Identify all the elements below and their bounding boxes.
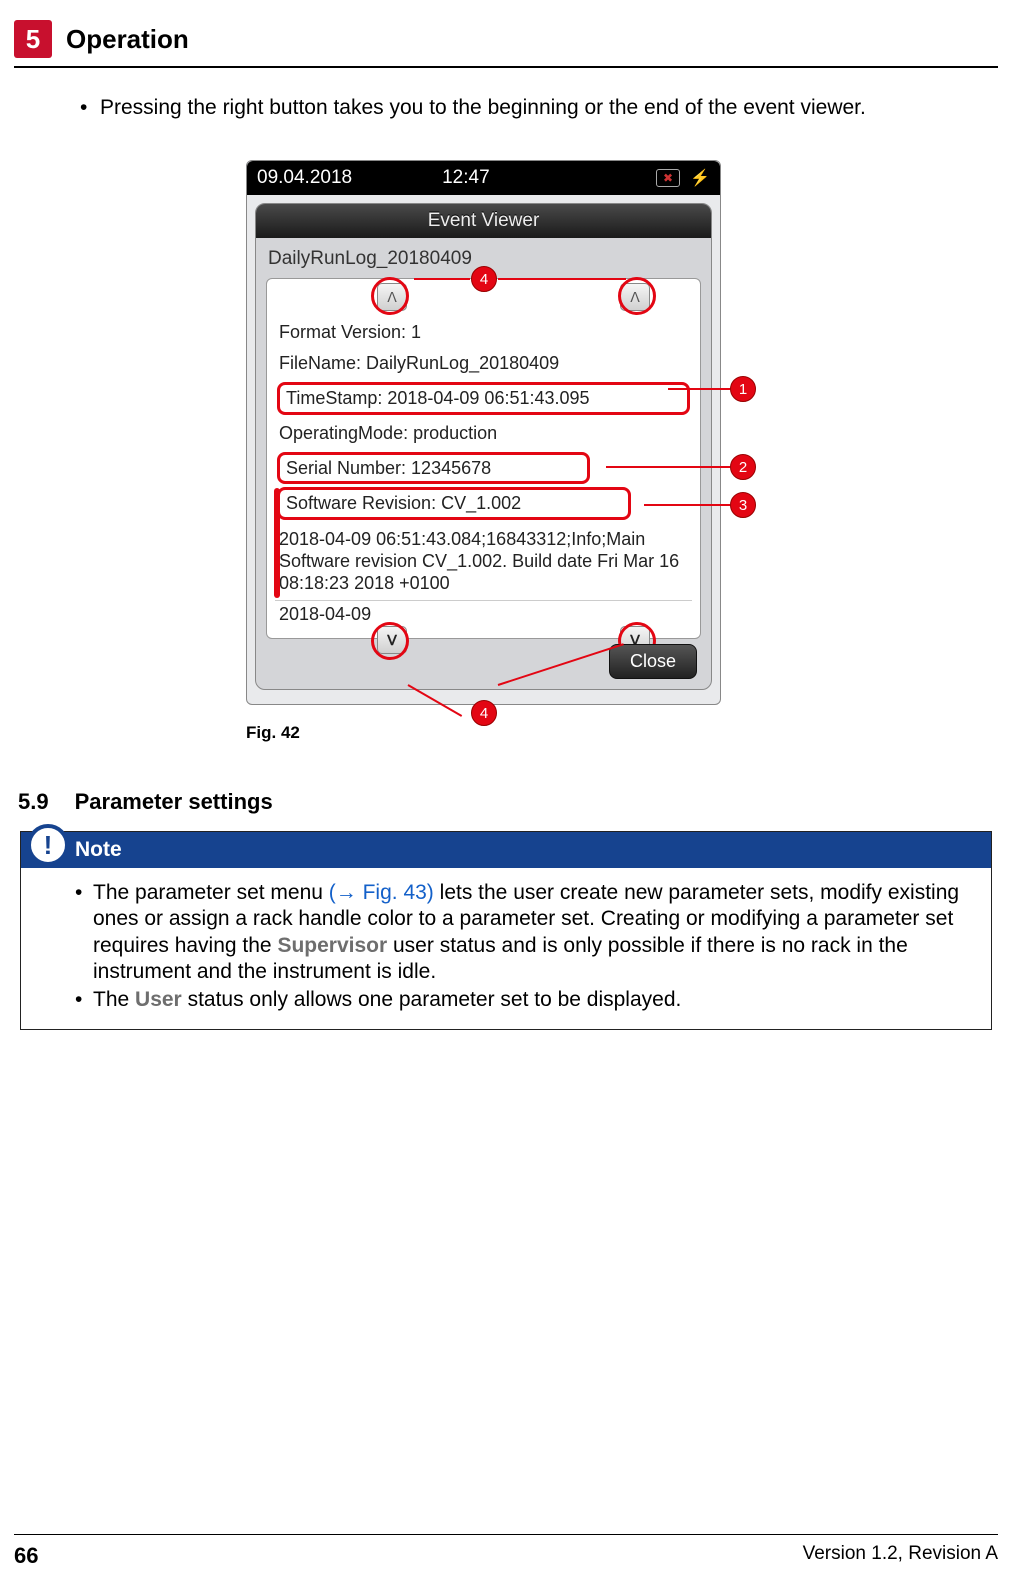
note-b2-b: status only allows one parameter set to … — [182, 988, 682, 1011]
figure-caption: Fig. 42 — [246, 723, 766, 743]
note-b1-link[interactable]: (→ Fig. 43) — [329, 881, 434, 904]
scroll-up-button[interactable]: ᐱ — [377, 283, 407, 311]
callout-line-1 — [668, 388, 730, 390]
chevron-up-icon: ᐱ — [387, 290, 397, 305]
note-b2-role: User — [135, 988, 182, 1011]
chevron-up-icon: ᐱ — [630, 290, 640, 305]
footer-rule — [14, 1534, 998, 1535]
chapter-title: Operation — [66, 24, 189, 55]
log-panel: ᐱ ᐱ Format Version: 1 FileName: DailyRun… — [266, 278, 701, 639]
device-screen: 09.04.2018 12:47 ✖ ⚡ Event Viewer DailyR… — [246, 160, 721, 705]
callout-line-3 — [644, 504, 730, 506]
scroll-indicator — [274, 488, 280, 598]
intro-text: • Pressing the right button takes you to… — [0, 68, 1012, 120]
section-heading: 5.9 Parameter settings — [0, 753, 1012, 825]
log-row-opmode: OperatingMode: production — [275, 418, 692, 449]
status-alert-icon: ✖ — [656, 169, 680, 187]
note-body: • The parameter set menu (→ Fig. 43) let… — [21, 868, 991, 1029]
note-b2-a: The — [93, 988, 135, 1011]
callout-line-2 — [606, 466, 730, 468]
chevron-down-icon: ᐯ — [387, 633, 397, 648]
note-icon: ! — [27, 824, 69, 866]
callout-badge-2: 2 — [730, 454, 756, 480]
note-heading: Note — [21, 832, 991, 868]
scroll-down-button[interactable]: ᐯ — [377, 626, 407, 654]
close-button[interactable]: Close — [609, 644, 697, 679]
callout-badge-4-bot: 4 — [471, 700, 497, 726]
page-number: 66 — [14, 1543, 38, 1569]
callout-box-2: Serial Number: 12345678 — [277, 452, 590, 485]
device-statusbar: 09.04.2018 12:47 ✖ ⚡ — [247, 161, 720, 195]
note-b1-a: The parameter set menu — [93, 881, 329, 904]
callout-line-4-top-l — [414, 278, 470, 280]
window-title: Event Viewer — [256, 204, 711, 238]
status-date: 09.04.2018 — [257, 167, 352, 189]
chapter-header: 5 Operation — [0, 0, 1012, 66]
page-footer: 66 Version 1.2, Revision A — [14, 1534, 998, 1569]
callout-badge-4-top: 4 — [471, 266, 497, 292]
log-row-serial: Serial Number: 12345678 — [286, 458, 491, 478]
log-row-entry: 2018-04-09 06:51:43.084;16843312;Info;Ma… — [275, 523, 692, 600]
log-row-format: Format Version: 1 — [275, 317, 692, 348]
section-title: Parameter settings — [75, 789, 273, 815]
doc-version: Version 1.2, Revision A — [803, 1543, 998, 1569]
section-number: 5.9 — [18, 789, 49, 815]
scroll-top-button[interactable]: ᐱ — [620, 283, 650, 311]
callout-badge-1: 1 — [730, 376, 756, 402]
callout-box-3: Software Revision: CV_1.002 — [277, 487, 631, 520]
figure-42: 09.04.2018 12:47 ✖ ⚡ Event Viewer DailyR… — [246, 160, 766, 743]
status-power-icon: ⚡ — [690, 168, 710, 188]
chapter-number-badge: 5 — [14, 20, 52, 58]
intro-bullet-text: Pressing the right button takes you to t… — [100, 96, 866, 120]
status-time: 12:47 — [442, 167, 490, 189]
note-block: ! Note • The parameter set menu (→ Fig. … — [20, 831, 992, 1030]
log-row-filename: FileName: DailyRunLog_20180409 — [275, 348, 692, 379]
log-row-timestamp: TimeStamp: 2018-04-09 06:51:43.095 — [286, 388, 590, 408]
note-b1-role: Supervisor — [277, 934, 387, 957]
callout-line-4-top-r — [498, 278, 626, 280]
callout-box-1: TimeStamp: 2018-04-09 06:51:43.095 — [277, 382, 690, 415]
log-row-swrev: Software Revision: CV_1.002 — [286, 493, 521, 513]
callout-badge-3: 3 — [730, 492, 756, 518]
